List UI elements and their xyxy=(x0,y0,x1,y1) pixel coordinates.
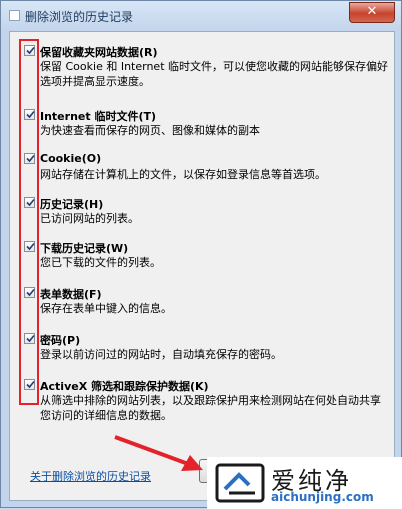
option-title: 密码(P) xyxy=(40,334,81,347)
close-button[interactable]: ✕ xyxy=(349,2,395,23)
option-title: Internet 临时文件(T) xyxy=(40,110,157,123)
options-panel: 保留收藏夹网站数据(R) 保留 Cookie 和 Internet 临时文件，可… xyxy=(9,31,395,501)
option-description: 保存在表单中键入的信息。 xyxy=(40,302,172,315)
window-title: 删除浏览的历史记录 xyxy=(25,10,134,24)
title-bar[interactable]: 删除浏览的历史记录 ✕ xyxy=(1,1,401,31)
option-description: 保留 Cookie 和 Internet 临时文件，可以使您收藏的网站能够保存偏… xyxy=(40,60,388,88)
watermark-url: aichunjing.com xyxy=(271,490,374,504)
option-title: 保留收藏夹网站数据(R) xyxy=(40,46,158,59)
checkbox-highlight-annotation xyxy=(19,39,39,405)
option-description: 登录以前访问过的网站时，自动填充保存的密码。 xyxy=(40,348,282,361)
red-arrow-annotation xyxy=(114,435,203,471)
option-description: 您已下载的文件的列表。 xyxy=(40,256,161,269)
watermark: 爱纯净 aichunjing.com xyxy=(207,457,402,509)
delete-history-dialog: 删除浏览的历史记录 ✕ 保留收藏夹网站数据(R) 保留 Cookie 和 Int… xyxy=(0,0,402,509)
option-description: 已访问网站的列表。 xyxy=(40,212,139,225)
option-title: Cookie(O) xyxy=(40,152,102,165)
window-icon xyxy=(9,10,20,21)
option-title: 表单数据(F) xyxy=(40,288,102,301)
option-description: 从筛选中排除的网站列表，以及跟踪保护用来检测网站在何处自动共享您访问的详细信息的… xyxy=(40,394,381,422)
aichunjing-logo-icon xyxy=(215,463,265,503)
option-description: 为快速查看而保存的网页、图像和媒体的副本 xyxy=(40,124,260,137)
option-title: 历史记录(H) xyxy=(40,198,104,211)
option-title: ActiveX 筛选和跟踪保护数据(K) xyxy=(40,380,209,393)
option-description: 网站存储在计算机上的文件，以保存如登录信息等首选项。 xyxy=(40,168,326,181)
option-title: 下载历史记录(W) xyxy=(40,242,129,255)
